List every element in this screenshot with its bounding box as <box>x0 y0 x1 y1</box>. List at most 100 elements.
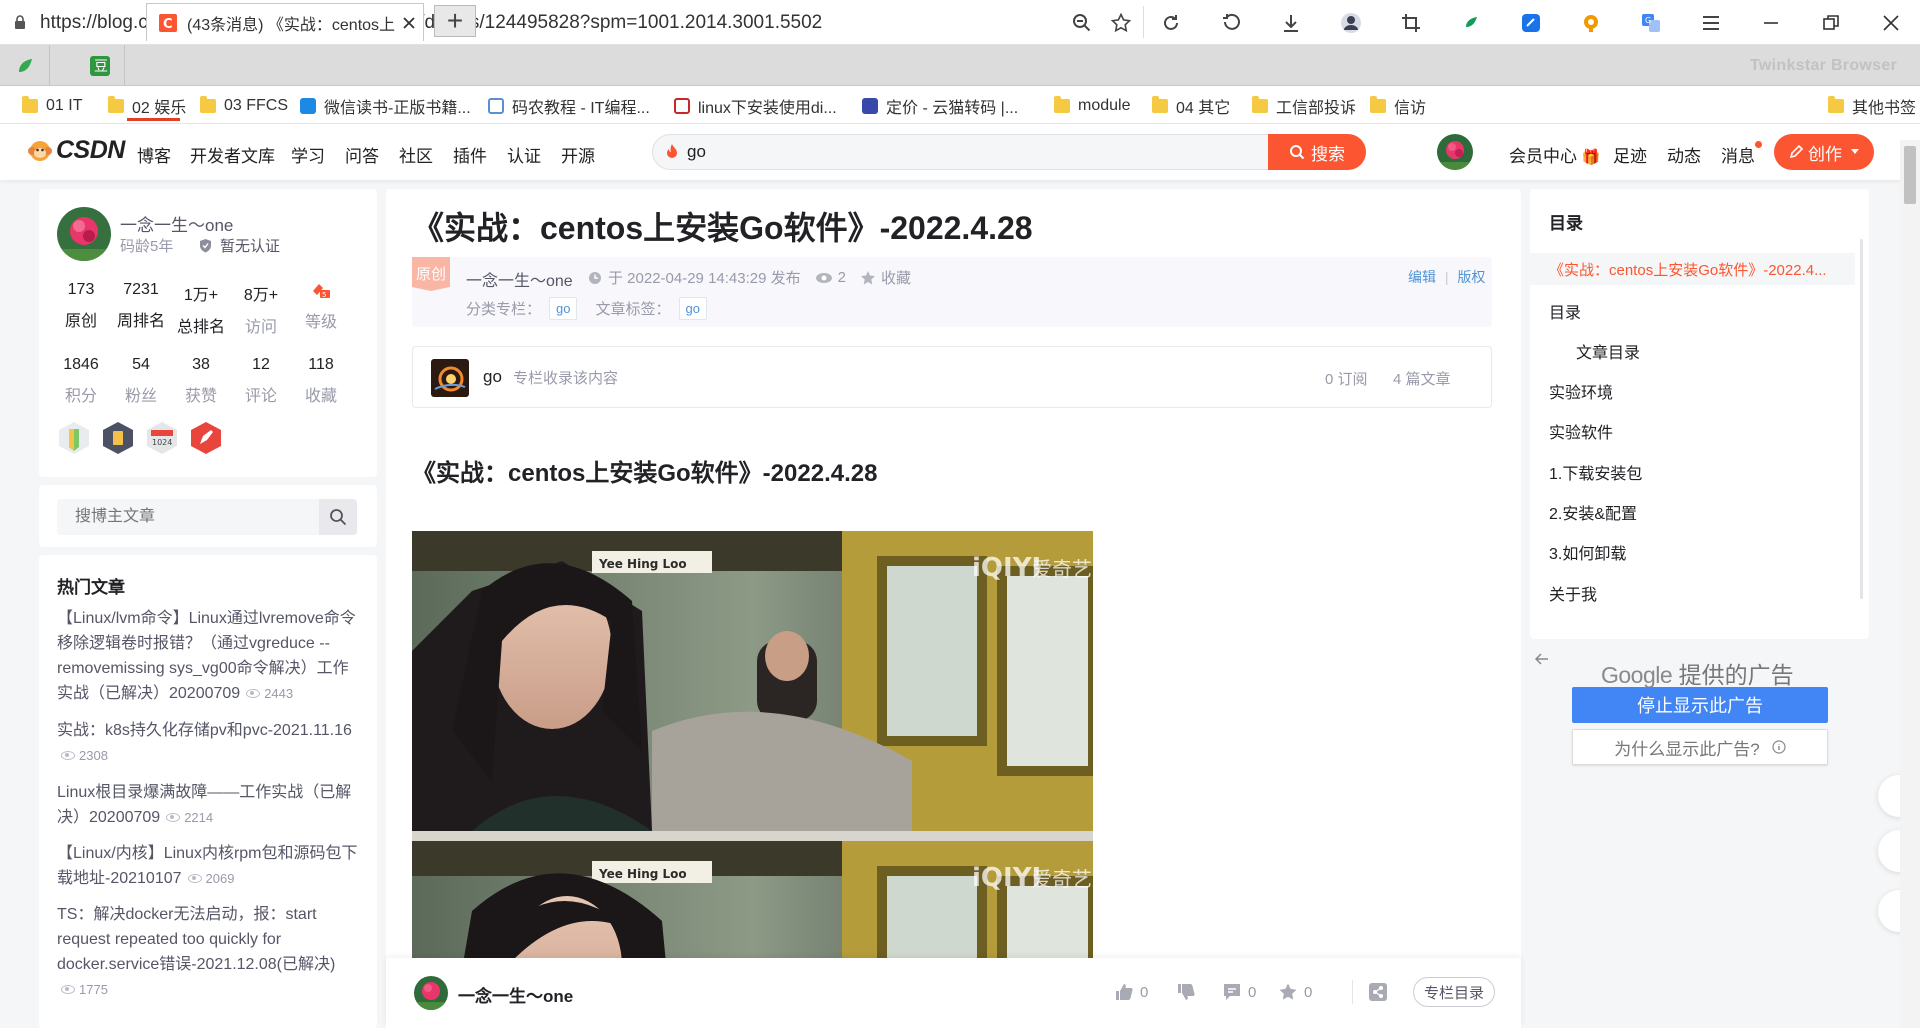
extension-green-icon[interactable] <box>1457 9 1485 37</box>
profile-avatar[interactable] <box>57 207 111 261</box>
close-tab-icon[interactable] <box>403 16 415 29</box>
toc-item[interactable]: 文章目录 <box>1576 339 1640 363</box>
favorite-link[interactable]: 收藏 <box>881 267 911 288</box>
bookmark-miit-complaint[interactable]: 工信部投诉 <box>1252 95 1356 117</box>
article-image[interactable]: Yee Hing Loo iQIYI 爱奇艺 Yee Hing Loo iQIY… <box>412 531 1093 1028</box>
nav-learn[interactable]: 学习 <box>291 142 325 167</box>
csdn-logo[interactable]: CSDN <box>28 136 125 165</box>
article-tag[interactable]: go <box>678 297 707 320</box>
nav-qa[interactable]: 问答 <box>345 142 379 167</box>
badge-pencil-icon[interactable] <box>57 421 91 455</box>
pinned-tab-douban[interactable]: 豆 <box>75 45 125 86</box>
stat-fans[interactable]: 54 粉丝 <box>111 356 171 406</box>
translate-icon[interactable]: G <box>1637 9 1665 37</box>
user-avatar[interactable] <box>1437 134 1473 170</box>
article-author[interactable]: 一念一生～one <box>466 267 573 291</box>
bookmark-01-it[interactable]: 01 IT <box>22 95 82 117</box>
column-name[interactable]: go <box>483 367 502 387</box>
nav-footprint[interactable]: 足迹 <box>1613 142 1647 167</box>
copyright-link[interactable]: 版权 <box>1457 269 1485 285</box>
profile-name[interactable]: 一念一生～one <box>120 211 233 236</box>
author-avatar[interactable] <box>414 976 448 1010</box>
stat-total-rank[interactable]: 1万+ 总排名 <box>171 281 231 337</box>
blog-search-input[interactable] <box>57 499 319 535</box>
ad-back-arrow-icon[interactable] <box>1535 652 1549 666</box>
minimize-icon[interactable] <box>1757 9 1785 37</box>
toc-item-title[interactable]: 《实战：centos上安装Go软件》-2022.4... <box>1549 259 1854 280</box>
crop-icon[interactable] <box>1397 9 1425 37</box>
toc-item[interactable]: 2.安装&配置 <box>1549 500 1637 524</box>
hot-article[interactable]: 【Linux/内核】Linux内核rpm包和源码包下载地址-20210107 20… <box>57 841 363 891</box>
nav-dev-library[interactable]: 开发者文库 <box>190 142 275 167</box>
stat-level[interactable]: 5 等级 <box>291 281 351 332</box>
zoom-icon[interactable] <box>1068 9 1096 37</box>
new-tab-button[interactable]: + <box>434 5 476 37</box>
toc-item[interactable]: 1.下载安装包 <box>1549 460 1642 484</box>
badge-hex-icon[interactable] <box>101 421 135 455</box>
page-scrollbar-thumb[interactable] <box>1904 146 1916 204</box>
blog-search-button[interactable] <box>319 499 357 535</box>
bookmark-02-yule[interactable]: 02 娱乐 <box>108 95 186 117</box>
extension-blue-icon[interactable] <box>1517 9 1545 37</box>
close-window-icon[interactable] <box>1877 9 1905 37</box>
category-tag[interactable]: go <box>549 297 578 320</box>
bookmark-other[interactable]: 其他书签 <box>1828 95 1916 117</box>
hot-article[interactable]: TS：解决docker无法启动，报：start request repeated… <box>57 902 363 1002</box>
extension-user-icon[interactable] <box>1337 9 1365 37</box>
dislike-button[interactable] <box>1176 982 1202 1002</box>
bookmark-linux-install[interactable]: linux下安装使用di... <box>674 95 837 117</box>
download-icon[interactable] <box>1277 9 1305 37</box>
undo-icon[interactable] <box>1217 9 1245 37</box>
edit-link[interactable]: 编辑 <box>1408 269 1436 285</box>
bookmark-yunmao[interactable]: 定价 - 云猫转码 |... <box>862 95 1018 117</box>
pinned-tab-leaf[interactable] <box>0 45 50 86</box>
badge-pen-icon[interactable] <box>189 421 223 455</box>
hot-article[interactable]: 实战：k8s持久化存储pv和pvc-2021.11.16 2308 <box>57 718 363 768</box>
bookmark-module[interactable]: module <box>1054 95 1130 117</box>
nav-plugins[interactable]: 插件 <box>453 142 487 167</box>
search-button[interactable]: 搜索 <box>1268 134 1366 170</box>
create-button[interactable]: 创作 <box>1774 134 1874 170</box>
bookmark-weread[interactable]: 微信读书-正版书籍... <box>300 95 471 117</box>
stat-original[interactable]: 173 原创 <box>51 281 111 331</box>
nav-blog[interactable]: 博客 <box>137 142 171 167</box>
badge-1024-icon[interactable]: 1024 <box>145 421 179 455</box>
refresh-icon[interactable] <box>1157 9 1185 37</box>
comment-button[interactable]: 0 <box>1222 982 1256 1002</box>
nav-certification[interactable]: 认证 <box>507 142 541 167</box>
share-button[interactable] <box>1368 982 1394 1002</box>
stop-ad-button[interactable]: 停止显示此广告 <box>1572 687 1828 723</box>
hot-article[interactable]: Linux根目录爆满故障——工作实战（已解决）20200709 2214 <box>57 780 363 830</box>
why-ad-button[interactable]: 为什么显示此广告? <box>1572 729 1828 765</box>
search-input[interactable] <box>687 135 1247 169</box>
nav-activity[interactable]: 动态 <box>1667 142 1701 167</box>
bookmark-xinfang[interactable]: 信访 <box>1370 95 1426 117</box>
nav-open-source[interactable]: 开源 <box>561 142 595 167</box>
tab-csdn-article[interactable]: C (43条消息) 《实战：centos上 <box>146 3 424 41</box>
favorite-star-icon[interactable] <box>860 270 876 286</box>
nav-vip-center[interactable]: 会员中心 🎁 <box>1509 142 1600 167</box>
column-toc-button[interactable]: 专栏目录 <box>1413 977 1495 1007</box>
menu-icon[interactable] <box>1697 9 1725 37</box>
stat-week-rank[interactable]: 7231 周排名 <box>111 281 171 331</box>
nav-messages[interactable]: 消息 <box>1721 142 1755 167</box>
bookmark-manong[interactable]: 码农教程 - IT编程... <box>488 95 650 117</box>
extension-orange-icon[interactable] <box>1577 9 1605 37</box>
star-icon[interactable] <box>1107 9 1135 37</box>
toc-item[interactable]: 实验软件 <box>1549 419 1613 443</box>
toc-item[interactable]: 实验环境 <box>1549 379 1613 403</box>
restore-icon[interactable] <box>1817 9 1845 37</box>
page-scrollbar[interactable] <box>1900 140 1920 1028</box>
hot-article[interactable]: 【Linux/lvm命令】Linux通过lvremove命令移除逻辑卷时报错？（… <box>57 606 363 706</box>
column-box[interactable]: go 专栏收录该内容 0 订阅 4 篇文章 <box>412 346 1492 408</box>
toc-scrollbar[interactable] <box>1860 239 1863 599</box>
nav-community[interactable]: 社区 <box>399 142 433 167</box>
toc-item[interactable]: 3.如何卸载 <box>1549 540 1626 564</box>
bookmark-03-ffcs[interactable]: 03 FFCS <box>200 95 288 117</box>
bookmark-04-other[interactable]: 04 其它 <box>1152 95 1230 117</box>
like-button[interactable]: 0 <box>1114 982 1148 1002</box>
toc-item[interactable]: 目录 <box>1549 299 1581 323</box>
author-name[interactable]: 一念一生～one <box>458 982 573 1007</box>
favorite-button[interactable]: 0 <box>1278 982 1312 1002</box>
toc-item[interactable]: 关于我 <box>1549 581 1597 605</box>
